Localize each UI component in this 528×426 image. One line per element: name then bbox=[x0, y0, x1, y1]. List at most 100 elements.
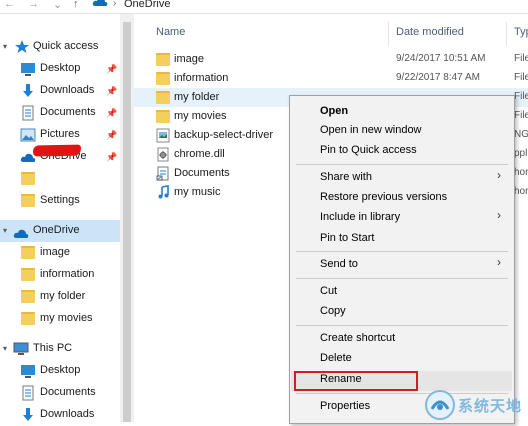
folder-icon bbox=[156, 53, 170, 66]
download-icon bbox=[23, 408, 33, 421]
recent-locations-dropdown[interactable]: ⌄ bbox=[53, 0, 62, 11]
menu-item-pin-quick-access[interactable]: Pin to Quick access bbox=[320, 144, 417, 156]
desktop-icon bbox=[21, 365, 35, 378]
breadcrumb-separator: › bbox=[113, 0, 117, 9]
sidebar-item-my-movies[interactable]: my movies bbox=[0, 308, 120, 330]
folder-icon bbox=[156, 91, 170, 104]
menu-item-create-shortcut[interactable]: Create shortcut bbox=[320, 332, 395, 344]
documents-shortcut-icon bbox=[156, 166, 169, 181]
sidebar-item-label: OneDrive bbox=[33, 224, 80, 236]
sidebar-item-label: information bbox=[40, 268, 95, 280]
menu-item-pin-start[interactable]: Pin to Start bbox=[320, 232, 374, 244]
sidebar-item-label: Pictures bbox=[40, 128, 80, 140]
folder-icon bbox=[21, 246, 37, 262]
column-divider[interactable] bbox=[388, 22, 389, 46]
folder-icon bbox=[156, 72, 170, 85]
download-icon bbox=[23, 84, 33, 97]
scrollbar-thumb[interactable] bbox=[123, 22, 131, 422]
documents-icon bbox=[22, 105, 34, 121]
pin-icon: 📌 bbox=[106, 130, 118, 140]
file-name: my folder bbox=[174, 91, 220, 103]
back-button[interactable]: ← bbox=[4, 0, 15, 10]
file-type: NG bbox=[514, 129, 528, 140]
onedrive-icon bbox=[13, 229, 29, 238]
watermark-text: 系统天地 bbox=[458, 398, 523, 415]
file-type: File f bbox=[514, 72, 528, 83]
collapse-arrow-icon[interactable]: ▾ bbox=[3, 42, 7, 51]
rename-highlight-box bbox=[294, 371, 418, 391]
menu-item-share-with[interactable]: Share with bbox=[320, 171, 372, 183]
file-name: image bbox=[174, 53, 204, 65]
menu-item-properties[interactable]: Properties bbox=[320, 400, 370, 412]
menu-item-restore-previous[interactable]: Restore previous versions bbox=[320, 191, 447, 203]
file-name: Documents bbox=[174, 167, 230, 179]
sidebar-item-pc-downloads[interactable]: Downloads bbox=[0, 404, 120, 426]
watermark: 系统天地 bbox=[424, 388, 528, 422]
sidebar-item-information[interactable]: information bbox=[0, 264, 120, 286]
onedrive-icon bbox=[92, 0, 108, 10]
documents-icon bbox=[22, 385, 34, 401]
sidebar-item-my-folder[interactable]: my folder bbox=[0, 286, 120, 308]
sidebar-item-label: This PC bbox=[33, 342, 73, 354]
sidebar-item-documents[interactable]: Documents 📌 bbox=[0, 102, 120, 124]
dll-file-icon bbox=[157, 147, 169, 162]
menu-item-cut[interactable]: Cut bbox=[320, 285, 337, 297]
submenu-arrow-icon: › bbox=[497, 168, 501, 182]
folder-icon bbox=[21, 172, 37, 188]
submenu-arrow-icon: › bbox=[497, 255, 501, 269]
computer-icon bbox=[13, 342, 29, 355]
column-header-name[interactable]: Name bbox=[156, 26, 185, 38]
pin-icon: 📌 bbox=[106, 108, 118, 118]
sidebar-scrollbar[interactable] bbox=[120, 14, 134, 422]
sidebar-item-settings[interactable]: Settings bbox=[0, 190, 120, 212]
pin-icon: 📌 bbox=[106, 152, 118, 162]
sidebar-item-desktop[interactable]: Desktop 📌 bbox=[0, 58, 120, 80]
collapse-arrow-icon[interactable]: ▾ bbox=[3, 226, 7, 235]
sidebar-onedrive[interactable]: ▾ OneDrive bbox=[0, 220, 120, 242]
sidebar-item-pc-documents[interactable]: Documents bbox=[0, 382, 120, 404]
menu-item-include-library[interactable]: Include in library bbox=[320, 211, 400, 223]
sidebar-item-image[interactable]: image bbox=[0, 242, 120, 264]
menu-item-open-new-window[interactable]: Open in new window bbox=[320, 124, 422, 136]
up-button[interactable]: ↑ bbox=[73, 0, 79, 10]
column-divider[interactable] bbox=[506, 22, 507, 46]
menu-item-copy[interactable]: Copy bbox=[320, 305, 346, 317]
sidebar-item-label: Desktop bbox=[40, 364, 81, 376]
menu-item-open[interactable]: Open bbox=[320, 105, 348, 117]
context-menu: Open Open in new window Pin to Quick acc… bbox=[289, 95, 515, 424]
column-header-type[interactable]: Type bbox=[514, 26, 528, 38]
breadcrumb-onedrive[interactable]: OneDrive bbox=[124, 0, 170, 10]
menu-item-send-to[interactable]: Send to bbox=[320, 258, 358, 270]
menu-separator bbox=[296, 278, 508, 279]
sidebar-quick-access[interactable]: ▾ Quick access bbox=[0, 36, 120, 58]
file-row[interactable]: image 9/24/2017 10:51 AM File f bbox=[134, 50, 528, 69]
file-name: information bbox=[174, 72, 229, 84]
pin-icon: 📌 bbox=[106, 86, 118, 96]
file-row[interactable]: information 9/22/2017 8:47 AM File f bbox=[134, 69, 528, 88]
file-name: chrome.dll bbox=[174, 148, 225, 160]
image-file-icon bbox=[156, 128, 170, 143]
sidebar-item-downloads[interactable]: Downloads 📌 bbox=[0, 80, 120, 102]
file-type: File f bbox=[514, 53, 528, 64]
sidebar-item-pc-desktop[interactable]: Desktop bbox=[0, 360, 120, 382]
sidebar-item-label: Quick access bbox=[33, 40, 99, 52]
file-date: 9/24/2017 10:51 AM bbox=[396, 53, 486, 64]
sidebar-item-label: my folder bbox=[40, 290, 86, 302]
sidebar-item-pictures[interactable]: Pictures 📌 bbox=[0, 124, 120, 146]
column-header-date[interactable]: Date modified bbox=[396, 26, 464, 38]
file-name: backup-select-driver bbox=[174, 129, 274, 141]
collapse-arrow-icon[interactable]: ▾ bbox=[3, 344, 7, 353]
star-icon bbox=[15, 40, 29, 53]
menu-separator bbox=[296, 325, 508, 326]
pin-icon: 📌 bbox=[106, 64, 118, 74]
forward-button[interactable]: → bbox=[28, 0, 39, 10]
sidebar-item-redacted-folder[interactable] bbox=[0, 168, 120, 190]
menu-item-delete[interactable]: Delete bbox=[320, 352, 352, 364]
sidebar-item-label: Desktop bbox=[40, 62, 81, 74]
sidebar-item-label: image bbox=[40, 246, 70, 258]
sidebar-this-pc[interactable]: ▾ This PC bbox=[0, 338, 120, 360]
file-date: 9/22/2017 8:47 AM bbox=[396, 72, 480, 83]
folder-icon bbox=[21, 312, 37, 328]
desktop-icon bbox=[21, 63, 35, 76]
sidebar-item-label: my movies bbox=[40, 312, 93, 324]
